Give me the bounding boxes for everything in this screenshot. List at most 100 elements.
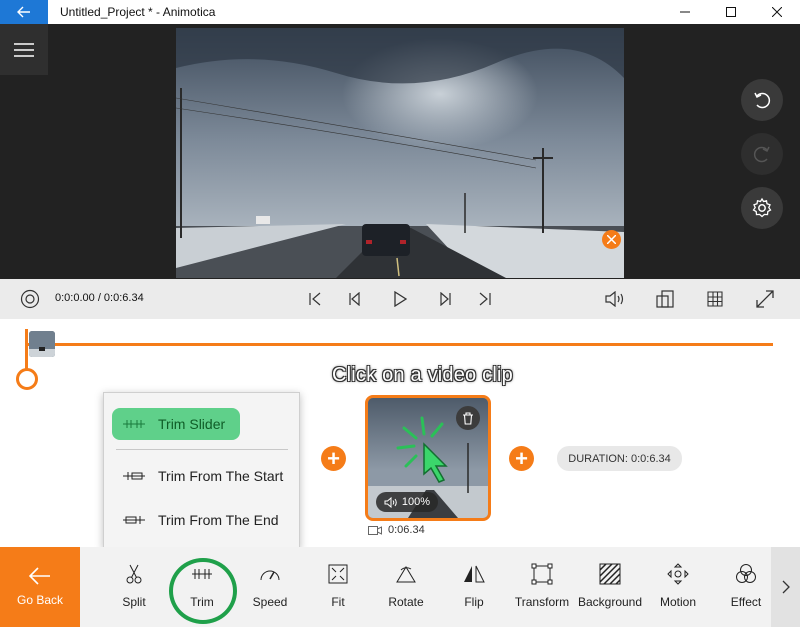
trim-from-end-item[interactable]: Trim From The End <box>112 504 279 536</box>
clip-volume-value: 100% <box>401 496 431 508</box>
step-back-icon <box>349 292 360 306</box>
title-bar: Untitled_Project * - Animotica <box>0 0 800 24</box>
grid-icon <box>707 291 723 307</box>
arrow-left-icon <box>17 6 30 18</box>
close-icon <box>772 7 782 17</box>
gear-icon <box>752 197 772 218</box>
preview-area <box>0 24 800 279</box>
trim-from-start-label: Trim From The Start <box>158 468 284 484</box>
trim-highlight-ring <box>169 558 237 624</box>
add-clip-before-button[interactable]: + <box>321 446 346 471</box>
tool-rotate[interactable]: Rotate <box>372 547 440 627</box>
timeline-thumbnail <box>29 331 55 357</box>
settings-wheel-button[interactable] <box>20 289 40 309</box>
video-preview[interactable] <box>176 28 624 278</box>
volume-button[interactable] <box>605 289 625 309</box>
speedometer-icon <box>260 570 280 581</box>
timecode: 0:0:0.00 / 0:0:6.34 <box>55 292 144 304</box>
hint-text: Click on a video clip <box>332 364 513 386</box>
undo-button[interactable] <box>741 79 783 121</box>
skip-start-button[interactable] <box>305 289 325 309</box>
tool-label: Transform <box>514 595 570 609</box>
tool-label: Effect <box>730 595 762 609</box>
trim-start-icon <box>123 472 145 480</box>
minimize-button[interactable] <box>662 0 708 24</box>
trim-slider-icon <box>123 420 145 428</box>
trim-slider-item[interactable]: Trim Slider <box>112 408 240 440</box>
step-forward-icon <box>440 292 451 306</box>
settings-button[interactable] <box>741 187 783 229</box>
undo-icon <box>754 92 771 109</box>
scissors-icon <box>126 564 142 584</box>
tool-speed[interactable]: Speed <box>236 547 304 627</box>
background-icon <box>599 563 621 585</box>
menu-divider <box>116 449 288 450</box>
tool-label: Speed <box>252 595 288 609</box>
bottom-toolbar: Go Back Split Trim Speed Fit Rotate Flip… <box>0 547 800 627</box>
step-forward-button[interactable] <box>435 289 455 309</box>
fullscreen-button[interactable] <box>755 289 775 309</box>
hamburger-icon <box>14 42 34 57</box>
tool-flip[interactable]: Flip <box>440 547 508 627</box>
road-scene-image <box>176 28 624 278</box>
tool-effect[interactable]: Effect <box>712 547 780 627</box>
fullscreen-icon <box>756 290 774 308</box>
clip-volume-badge[interactable]: 100% <box>376 492 438 512</box>
trim-menu: Trim Slider Trim From The Start Trim Fro… <box>103 392 300 549</box>
tool-label: Split <box>122 595 146 609</box>
go-back-button[interactable]: Go Back <box>0 547 80 627</box>
play-icon <box>394 291 407 307</box>
skip-end-icon <box>479 292 491 306</box>
rotate-icon <box>396 566 416 583</box>
transform-icon <box>531 563 553 585</box>
tool-label: Motion <box>659 595 697 609</box>
maximize-button[interactable] <box>708 0 754 24</box>
trim-from-start-item[interactable]: Trim From The Start <box>112 460 283 492</box>
add-clip-after-button[interactable]: + <box>509 446 534 471</box>
close-button[interactable] <box>754 0 800 24</box>
tool-background[interactable]: Background <box>576 547 644 627</box>
toolbar-scroll-right-button[interactable] <box>771 547 800 627</box>
clip-duration: 0:06.34 <box>368 524 425 536</box>
window-title: Untitled_Project * - Animotica <box>60 5 216 19</box>
grid-button[interactable] <box>705 289 725 309</box>
trim-from-end-label: Trim From The End <box>158 512 279 528</box>
chevron-right-icon <box>782 580 790 594</box>
skip-end-button[interactable] <box>475 289 495 309</box>
flip-icon <box>464 565 485 583</box>
close-overlay-button[interactable] <box>602 230 621 249</box>
tool-label: Background <box>577 595 643 609</box>
arrow-left-icon <box>29 567 50 585</box>
delete-clip-button[interactable] <box>456 406 480 430</box>
trim-end-icon <box>123 516 145 524</box>
tool-label: Flip <box>464 595 484 609</box>
hamburger-menu-button[interactable] <box>0 24 48 75</box>
clip-duration-value: 0:06.34 <box>388 524 425 536</box>
playhead-handle[interactable] <box>16 368 38 390</box>
step-back-button[interactable] <box>345 289 365 309</box>
video-clip[interactable]: 100% <box>365 395 491 521</box>
volume-icon <box>605 291 624 307</box>
redo-button[interactable] <box>741 133 783 175</box>
tool-split[interactable]: Split <box>100 547 168 627</box>
timeline-track[interactable] <box>26 343 773 346</box>
playback-controls: 0:0:0.00 / 0:0:6.34 <box>0 279 800 319</box>
play-button[interactable] <box>390 289 410 309</box>
aspect-ratio-icon <box>656 290 674 308</box>
tool-fit[interactable]: Fit <box>304 547 372 627</box>
volume-icon <box>384 496 397 508</box>
aspect-ratio-button[interactable] <box>655 289 675 309</box>
click-pointer-icon <box>396 416 448 483</box>
tool-label: Fit <box>331 595 345 609</box>
tool-motion[interactable]: Motion <box>644 547 712 627</box>
go-back-label: Go Back <box>16 593 64 607</box>
playhead[interactable] <box>25 329 28 371</box>
trim-slider-label: Trim Slider <box>158 416 226 432</box>
tool-transform[interactable]: Transform <box>508 547 576 627</box>
motion-icon <box>667 563 689 585</box>
back-button[interactable] <box>0 0 48 24</box>
close-circle-icon <box>607 235 616 244</box>
clip-thumbnail-image <box>29 331 55 357</box>
maximize-icon <box>726 7 736 17</box>
skip-start-icon <box>309 292 321 306</box>
